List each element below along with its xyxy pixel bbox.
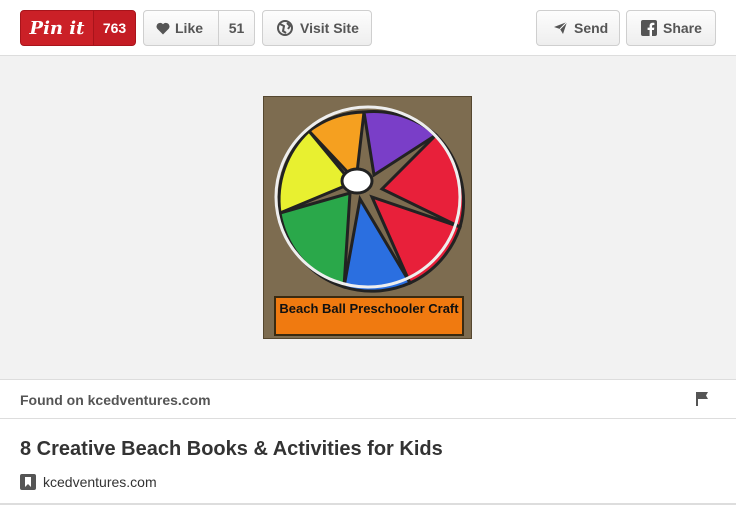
visit-site-button[interactable]: Visit Site (262, 10, 372, 46)
pin-image[interactable]: Beach Ball Preschooler Craft (263, 96, 472, 339)
article-source[interactable]: kcedventures.com (20, 474, 157, 490)
visit-site-label: Visit Site (300, 20, 359, 36)
found-on-text[interactable]: Found on kcedventures.com (20, 392, 211, 408)
pin-it-label: Pin it (29, 17, 85, 39)
like-label: Like (175, 20, 204, 36)
site-favicon-icon (20, 474, 36, 490)
globe-icon (277, 20, 294, 36)
send-button[interactable]: Send (536, 10, 620, 46)
share-label: Share (663, 20, 702, 36)
share-button[interactable]: Share (626, 10, 716, 46)
action-toolbar: Pin it 763 Like 51 Visit Site Send Share (0, 0, 736, 56)
paper-plane-icon (553, 21, 568, 35)
pin-image-stage: Beach Ball Preschooler Craft (0, 56, 736, 379)
flag-icon[interactable] (696, 392, 709, 411)
image-caption: Beach Ball Preschooler Craft (274, 296, 464, 336)
pin-count: 763 (93, 11, 135, 45)
found-on-bar: Found on kcedventures.com (0, 379, 736, 419)
facebook-icon (641, 20, 657, 36)
send-label: Send (574, 20, 609, 36)
source-domain: kcedventures.com (43, 474, 157, 490)
like-button[interactable]: Like 51 (143, 10, 255, 46)
like-count: 51 (228, 20, 245, 36)
heart-icon (156, 22, 170, 35)
article-title[interactable]: 8 Creative Beach Books & Activities for … (20, 438, 443, 461)
pin-it-button[interactable]: Pin it 763 (20, 10, 136, 46)
